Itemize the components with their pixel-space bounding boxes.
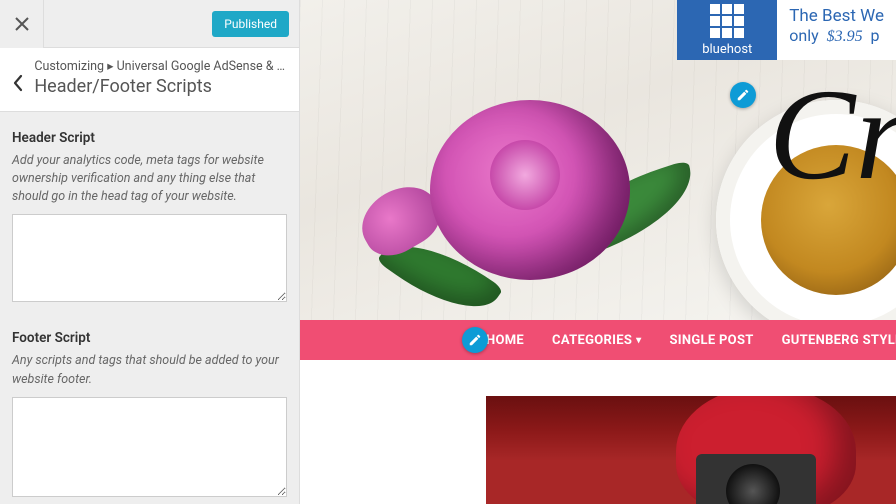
site-preview: Cr bluehost The Best We only $3.95 p HOM (300, 0, 896, 504)
promo-line2: only $3.95 p (789, 26, 884, 46)
promo-line1: The Best We (789, 6, 884, 26)
breadcrumb-text: Customizing ▸ Universal Google AdSense &… (30, 58, 285, 97)
footer-script-label: Footer Script (12, 330, 287, 346)
breadcrumb-sep: ▸ (107, 59, 113, 74)
panel-body: Header Script Add your analytics code, m… (0, 112, 299, 504)
nav-gutenberg-style[interactable]: GUTENBERG STYLE (782, 333, 896, 348)
chevron-left-icon (12, 74, 24, 92)
back-button[interactable] (6, 58, 30, 92)
breadcrumb-tail: Universal Google AdSense & … (117, 59, 285, 74)
publish-button[interactable]: Published (212, 11, 289, 37)
close-customizer-button[interactable] (0, 0, 44, 48)
header-script-label: Header Script (12, 130, 287, 146)
bluehost-label: bluehost (702, 42, 752, 57)
site-logo-text: Cr (769, 70, 896, 200)
promo-price: $3.95 (827, 28, 863, 45)
breadcrumb-prefix: Customizing (34, 59, 104, 74)
header-script-desc: Add your analytics code, meta tags for w… (12, 152, 287, 206)
sidebar-topbar: Published (0, 0, 299, 48)
promo-text: The Best We only $3.95 p (777, 0, 896, 60)
footer-script-textarea[interactable] (12, 397, 287, 497)
promo-banner: bluehost The Best We only $3.95 p (677, 0, 896, 60)
pencil-icon (468, 333, 482, 347)
header-script-group: Header Script Add your analytics code, m… (12, 130, 287, 306)
nav-label: CATEGORIES (552, 333, 632, 348)
nav-label: SINGLE POST (669, 333, 753, 348)
pencil-icon (736, 88, 750, 102)
primary-nav: HOME CATEGORIES ▾ SINGLE POST GUTENBERG S… (300, 320, 896, 360)
featured-image (486, 396, 896, 504)
close-icon (15, 17, 29, 31)
nav-label: HOME (486, 333, 524, 348)
breadcrumb-path: Customizing ▸ Universal Google AdSense &… (34, 58, 285, 74)
panel-title: Header/Footer Scripts (34, 76, 285, 97)
promo-only: only (789, 26, 818, 45)
camera-decor (696, 454, 816, 504)
customizer-sidebar: Published Customizing ▸ Universal Google… (0, 0, 300, 504)
nav-categories[interactable]: CATEGORIES ▾ (552, 333, 641, 348)
bluehost-logo[interactable]: bluehost (677, 0, 777, 60)
footer-script-desc: Any scripts and tags that should be adde… (12, 352, 287, 388)
chevron-down-icon: ▾ (636, 335, 641, 346)
bluehost-grid-icon (710, 4, 744, 38)
nav-home[interactable]: HOME (486, 333, 524, 348)
footer-script-group: Footer Script Any scripts and tags that … (12, 330, 287, 500)
breadcrumb-row: Customizing ▸ Universal Google AdSense &… (0, 48, 299, 112)
promo-suffix: p (871, 26, 880, 45)
edit-shortcut-button[interactable] (462, 327, 488, 353)
nav-label: GUTENBERG STYLE (782, 333, 896, 348)
nav-single-post[interactable]: SINGLE POST (669, 333, 753, 348)
flower-decor (430, 100, 630, 280)
edit-shortcut-button[interactable] (730, 82, 756, 108)
header-script-textarea[interactable] (12, 214, 287, 302)
